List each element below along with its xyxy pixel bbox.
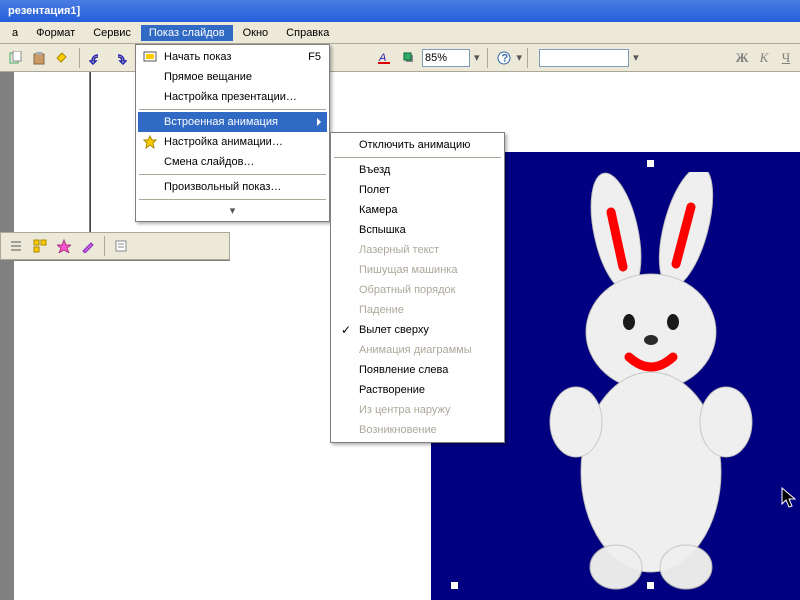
menu-format[interactable]: Формат xyxy=(28,25,83,41)
menu-item-flash[interactable]: Вспышка xyxy=(333,220,502,240)
menu-item-center-out: Из центра наружу xyxy=(333,400,502,420)
format-painter-icon[interactable] xyxy=(52,47,74,69)
dropdown-arrow-icon[interactable]: ▾ xyxy=(474,51,480,64)
menu-help[interactable]: Справка xyxy=(278,25,337,41)
help-icon[interactable]: ? xyxy=(493,47,515,69)
help-dropdown-icon[interactable]: ▾ xyxy=(517,51,523,64)
slideshow-menu: Начать показ F5 Прямое вещание Настройка… xyxy=(135,44,330,222)
menu-separator xyxy=(139,109,326,110)
title-text: резентация1] xyxy=(8,5,80,17)
copy-icon[interactable] xyxy=(4,47,26,69)
redo-icon[interactable] xyxy=(109,47,131,69)
left-gutter xyxy=(0,72,14,600)
menu-item-start-show[interactable]: Начать показ F5 xyxy=(138,47,327,67)
menu-window[interactable]: Окно xyxy=(235,25,277,41)
outline-panel[interactable] xyxy=(14,260,230,600)
menu-item-slide-transition[interactable]: Смена слайдов… xyxy=(138,152,327,172)
toolbar-separator xyxy=(79,48,80,68)
menu-slideshow[interactable]: Показ слайдов xyxy=(141,25,233,41)
outline-view-icon[interactable] xyxy=(5,235,27,257)
menu-separator xyxy=(139,174,326,175)
submenu-arrow-icon xyxy=(317,118,321,126)
undo-icon[interactable] xyxy=(85,47,107,69)
shadow-icon[interactable] xyxy=(398,47,420,69)
window-titlebar: резентация1] xyxy=(0,0,800,22)
menu-item-custom-show[interactable]: Произвольный показ… xyxy=(138,177,327,197)
menu-item-appear: Возникновение xyxy=(333,420,502,440)
star-icon xyxy=(142,134,158,150)
font-color-icon[interactable]: A xyxy=(374,47,396,69)
menu-item-setup-show[interactable]: Настройка презентации… xyxy=(138,87,327,107)
underline-button[interactable]: Ч xyxy=(776,48,796,68)
font-dropdown[interactable] xyxy=(539,49,629,67)
thumbnail-strip[interactable] xyxy=(14,72,90,232)
preset-animation-submenu: Отключить анимацию Въезд Полет Камера Вс… xyxy=(330,132,505,443)
menu-item-laser-text: Лазерный текст xyxy=(333,240,502,260)
menu-separator xyxy=(334,157,501,158)
bunny-image[interactable] xyxy=(511,172,791,592)
menu-item-custom-animation[interactable]: Настройка анимации… xyxy=(138,132,327,152)
pen-icon[interactable] xyxy=(77,235,99,257)
main-toolbar: A 85% ▾ ? ▾ ▾ Ж К Ч xyxy=(0,44,800,72)
menu-item-dissolve[interactable]: Растворение xyxy=(333,380,502,400)
zoom-dropdown[interactable]: 85% xyxy=(422,49,470,67)
toolbar-separator xyxy=(104,236,105,256)
slideshow-icon xyxy=(142,49,158,65)
outline-toolbar xyxy=(0,232,230,260)
menu-service[interactable]: Сервис xyxy=(85,25,139,41)
zoom-value: 85% xyxy=(425,52,447,64)
menu-item-fly-from-top[interactable]: ✓Вылет сверху xyxy=(333,320,502,340)
toolbar-separator xyxy=(527,48,528,68)
selection-handle[interactable] xyxy=(451,582,458,589)
svg-text:?: ? xyxy=(501,52,508,64)
menu-item-disable-anim[interactable]: Отключить анимацию xyxy=(333,135,502,155)
dropdown-arrow-icon[interactable]: ▾ xyxy=(633,51,639,64)
menu-separator xyxy=(139,199,326,200)
menu-item-preset-animation[interactable]: Встроенная анимация xyxy=(138,112,327,132)
menu-bar[interactable]: а Формат Сервис Показ слайдов Окно Справ… xyxy=(0,22,800,44)
menu-item-appear-left[interactable]: Появление слева xyxy=(333,360,502,380)
selection-handle[interactable] xyxy=(647,160,654,167)
menu-expand-chevron-icon[interactable]: ▾ xyxy=(138,202,327,219)
menu-item-chart-anim: Анимация диаграммы xyxy=(333,340,502,360)
menu-item-typewriter: Пишущая машинка xyxy=(333,260,502,280)
shortcut-label: F5 xyxy=(308,51,321,63)
toolbar-separator xyxy=(487,48,488,68)
slide-sorter-icon[interactable] xyxy=(29,235,51,257)
bold-button[interactable]: Ж xyxy=(732,48,752,68)
summary-icon[interactable] xyxy=(110,235,132,257)
menu-truncated[interactable]: а xyxy=(4,25,26,41)
menu-item-broadcast[interactable]: Прямое вещание xyxy=(138,67,327,87)
italic-button[interactable]: К xyxy=(754,48,774,68)
checkmark-icon: ✓ xyxy=(341,323,351,337)
paste-icon[interactable] xyxy=(28,47,50,69)
mouse-cursor-icon xyxy=(781,487,799,511)
animation-icon[interactable] xyxy=(53,235,75,257)
menu-item-camera[interactable]: Камера xyxy=(333,200,502,220)
menu-item-drop: Падение xyxy=(333,300,502,320)
menu-item-fly[interactable]: Полет xyxy=(333,180,502,200)
menu-item-reverse-order: Обратный порядок xyxy=(333,280,502,300)
menu-item-drive-in[interactable]: Въезд xyxy=(333,160,502,180)
